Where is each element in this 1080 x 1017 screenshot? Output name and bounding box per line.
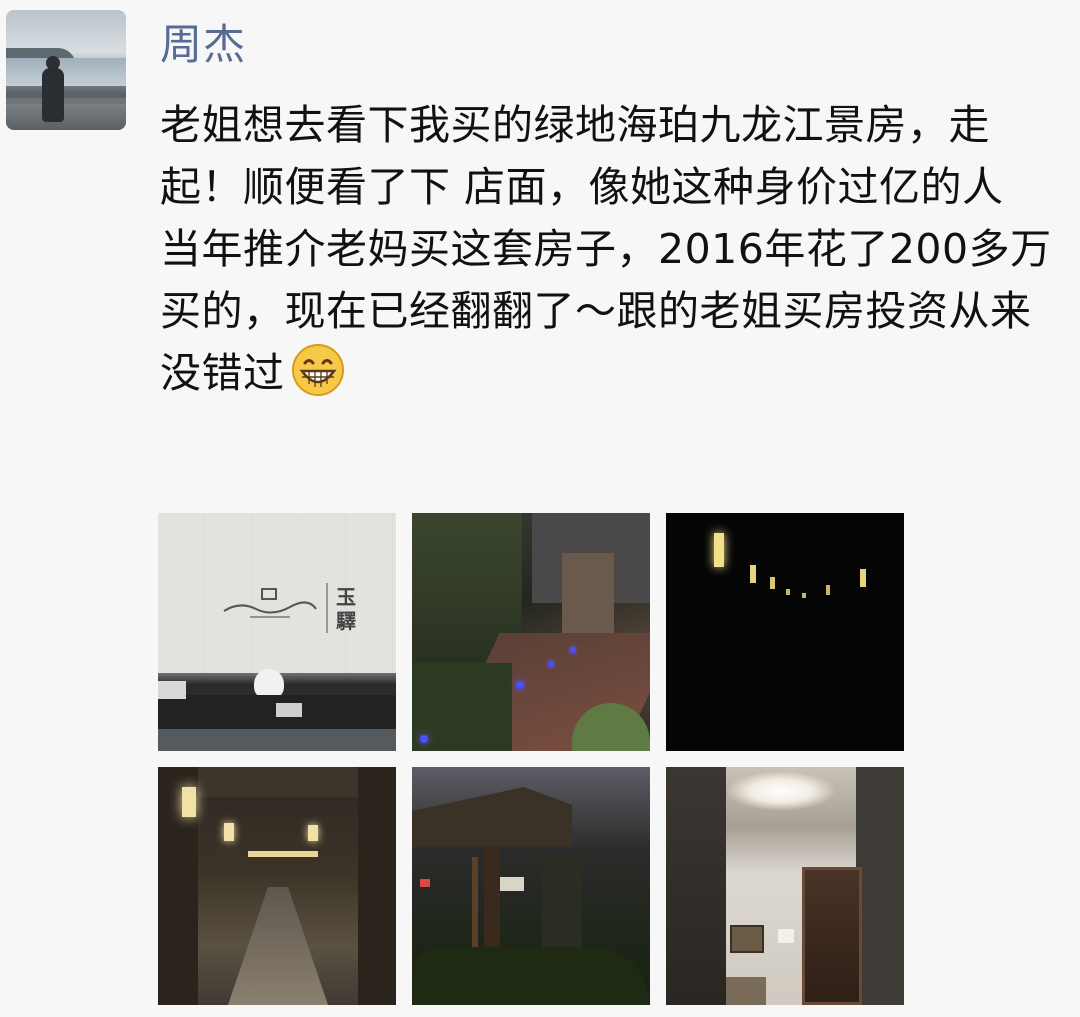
chandelier: [726, 771, 836, 811]
moments-post: 周杰 老姐想去看下我买的绿地海珀九龙江景房，走起！顺便看了下 店面，像她这种身价…: [0, 0, 1080, 1017]
username[interactable]: 周杰: [160, 16, 246, 74]
logo-text-1: 玉: [336, 585, 356, 609]
brand-logo-icon: [220, 587, 320, 621]
logo-text-2: 驛: [336, 609, 356, 633]
grinning-face-emoji-icon: [291, 343, 345, 397]
photo-garden-path-night[interactable]: [412, 513, 650, 751]
photo-lobby-reception[interactable]: 玉 驛: [158, 513, 396, 751]
photo-arcade-walkway[interactable]: [158, 767, 396, 1005]
photo-dark-corridor[interactable]: [666, 513, 904, 751]
photo-elevator-lobby[interactable]: [666, 767, 904, 1005]
pavilion-roof: [412, 787, 572, 847]
building: [562, 553, 614, 633]
elevator-door: [802, 867, 862, 1005]
avatar[interactable]: [6, 10, 126, 130]
photo-garden-signpost[interactable]: [412, 767, 650, 1005]
photo-grid: 玉 驛: [158, 513, 908, 1005]
walkway-floor: [228, 887, 328, 1005]
post-text: 老姐想去看下我买的绿地海珀九龙江景房，走起！顺便看了下 店面，像她这种身价过亿的…: [160, 94, 1065, 404]
